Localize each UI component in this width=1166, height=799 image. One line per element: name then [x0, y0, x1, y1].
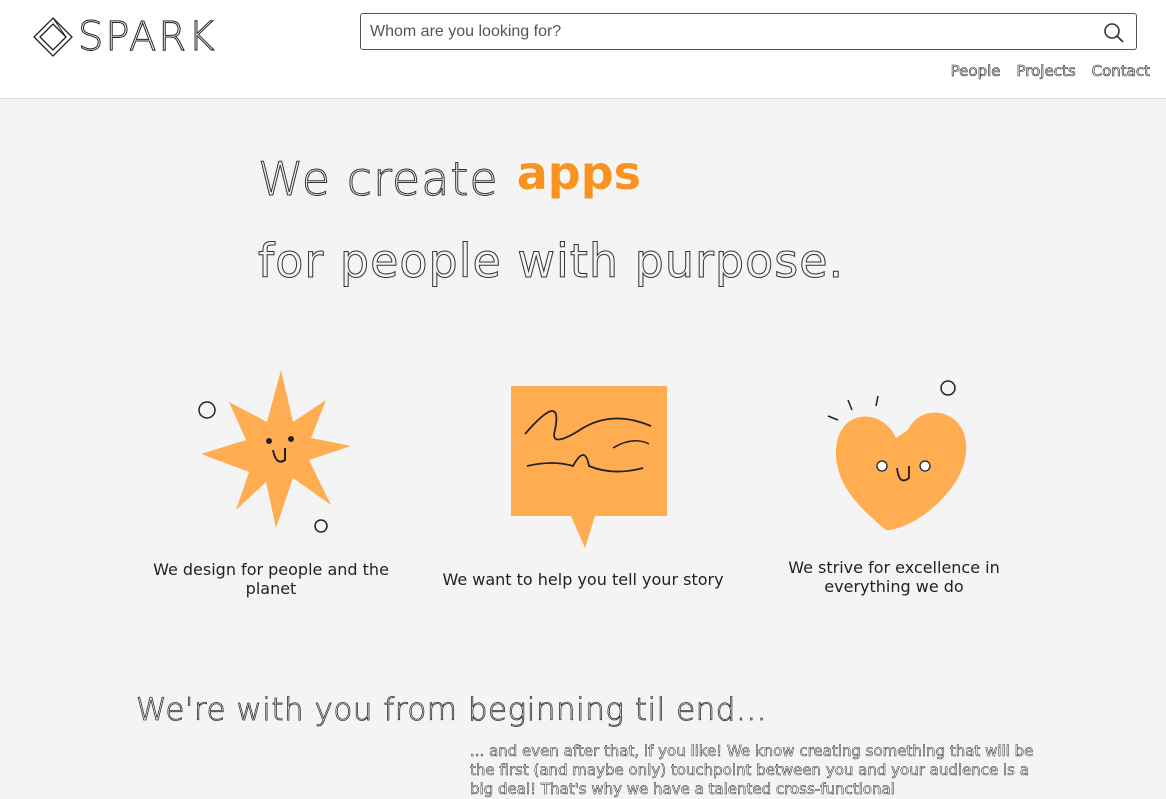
feature-excellence: We strive for excellence in everything w… — [770, 370, 1018, 596]
hero-heading-line2: for people with purpose. — [257, 234, 845, 289]
feature-caption: We strive for excellence in everything w… — [788, 558, 1000, 596]
nav-link-contact[interactable]: Contact — [1091, 62, 1150, 81]
search-input[interactable] — [361, 14, 1099, 49]
logo[interactable]: SPARK — [32, 14, 217, 61]
nav-link-projects[interactable]: Projects — [1016, 62, 1076, 81]
hero-heading-line1: We create apps — [258, 146, 642, 207]
speech-bubble-icon — [511, 386, 667, 548]
star-face-icon — [198, 370, 351, 533]
search-bar — [360, 13, 1137, 50]
logo-text: SPARK — [77, 14, 217, 61]
logo-diamond-icon — [33, 17, 73, 57]
main-nav: People Projects Contact — [950, 62, 1150, 81]
hero-prefix: We create — [258, 152, 499, 207]
section-body: ... and even after that, if you like! We… — [470, 742, 1034, 799]
header: SPARK People Projects Contact — [0, 0, 1166, 99]
search-icon[interactable] — [1103, 22, 1124, 43]
hero-accent-word: apps — [516, 146, 642, 200]
feature-story: We want to help you tell your story — [436, 370, 730, 589]
feature-caption: We design for people and the planet — [153, 560, 389, 598]
feature-caption: We want to help you tell your story — [442, 570, 724, 589]
section-title: We're with you from beginning til end... — [136, 692, 768, 729]
feature-design: We design for people and the planet — [146, 360, 396, 598]
heart-face-icon — [827, 380, 967, 530]
nav-link-people[interactable]: People — [950, 62, 1000, 81]
